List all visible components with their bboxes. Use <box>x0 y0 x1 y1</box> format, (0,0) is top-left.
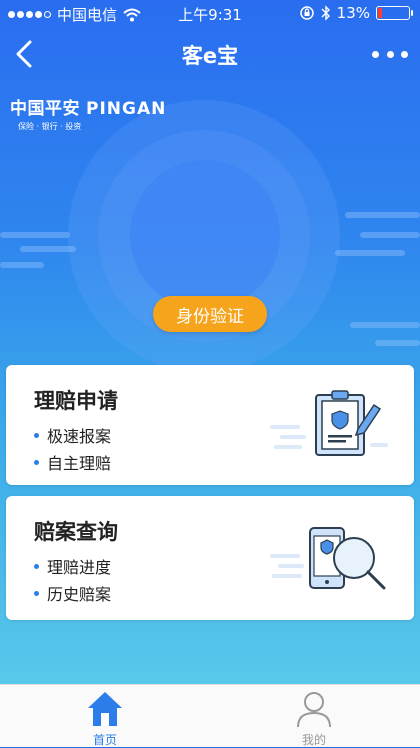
bullet <box>34 432 39 438</box>
more-button[interactable] <box>372 40 408 68</box>
history-claims-link[interactable]: 历史赔案 <box>34 581 111 605</box>
phone-magnifier-icon <box>270 527 386 590</box>
brand-logo: 中国平安 PINGAN 保险 · 银行 · 投资 <box>10 94 166 132</box>
tab-home[interactable]: 首页 <box>70 689 140 747</box>
nav-bar: 客e宝 <box>0 26 420 84</box>
more-icon <box>372 50 379 58</box>
decor-streak <box>0 262 44 268</box>
decor-streak <box>335 250 405 256</box>
brand-tagline: 保险 · 银行 · 投资 <box>18 122 82 131</box>
brand-name-en: PINGAN <box>86 99 167 119</box>
card-title: 赔案查询 <box>34 520 118 544</box>
tab-mine-label: 我的 <box>301 733 326 747</box>
battery-percent: 13% <box>336 4 370 22</box>
status-bar: 中国电信 上午9:31 13% <box>0 0 420 26</box>
claim-apply-card[interactable]: 理赔申请 极速报案 自主理赔 <box>6 365 414 485</box>
battery-icon <box>376 6 413 20</box>
bullet <box>34 590 39 596</box>
tab-home-label: 首页 <box>92 733 117 747</box>
clipboard-pen-icon <box>270 390 388 456</box>
bluetooth-icon <box>321 5 330 21</box>
battery-level <box>378 8 382 18</box>
home-icon <box>88 692 122 726</box>
decor-streak <box>360 232 420 238</box>
decor-streak <box>20 246 76 252</box>
page-title: 客e宝 <box>181 44 239 68</box>
tab-mine[interactable]: 我的 <box>279 689 349 747</box>
decor-streak <box>375 340 420 346</box>
card-title: 理赔申请 <box>34 389 118 413</box>
bullet <box>34 459 39 465</box>
back-button[interactable] <box>8 36 44 72</box>
brand-name-cn: 中国平安 <box>10 99 80 119</box>
claim-progress-link[interactable]: 理赔进度 <box>34 554 111 578</box>
orientation-lock-icon <box>299 6 314 20</box>
claim-query-card[interactable]: 赔案查询 理赔进度 历史赔案 <box>6 496 414 620</box>
identity-verify-button[interactable]: 身份验证 <box>153 296 267 332</box>
person-icon <box>297 692 331 728</box>
decor-streak <box>350 322 420 328</box>
decor-streak <box>0 232 70 238</box>
chevron-left-icon <box>16 40 32 68</box>
decor-streak <box>345 212 420 218</box>
fast-report-link[interactable]: 极速报案 <box>34 423 111 447</box>
self-claim-link[interactable]: 自主理赔 <box>34 450 111 474</box>
hero-ring-inner <box>130 160 280 310</box>
bullet <box>34 563 39 569</box>
bottom-tab-bar: 首页 我的 <box>0 684 420 747</box>
